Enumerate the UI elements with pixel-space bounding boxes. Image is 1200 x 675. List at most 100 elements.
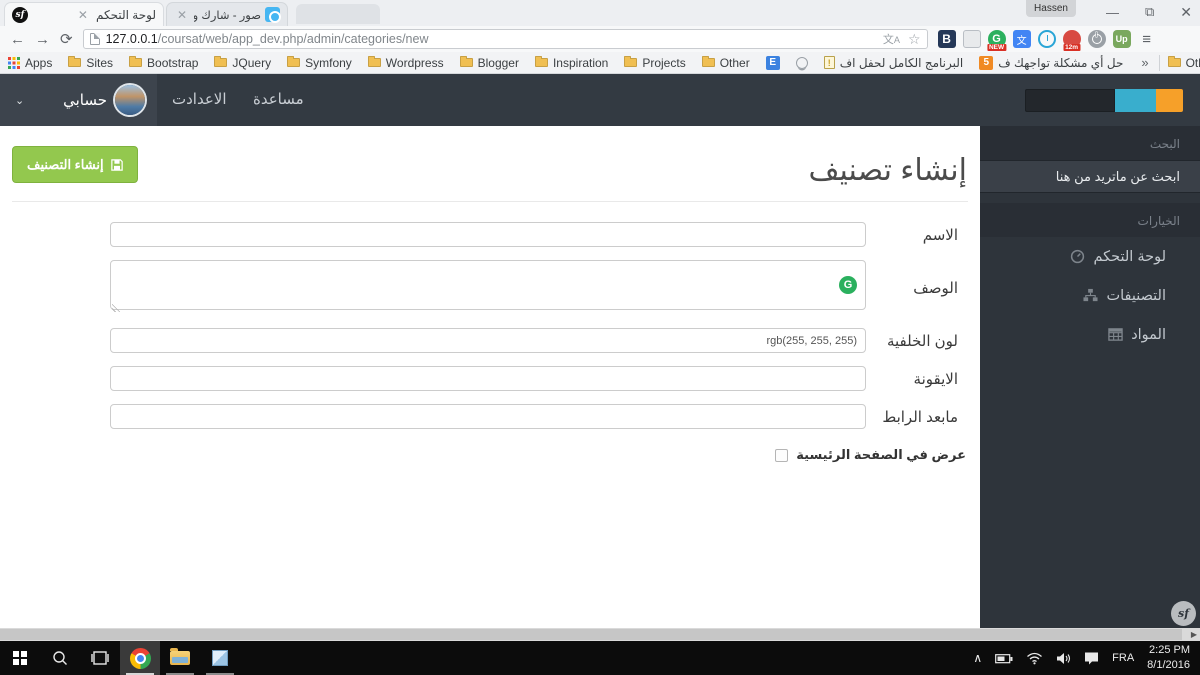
account-label: حسابي [63,91,107,109]
other-bookmarks-folder[interactable]: Other bookmarks [1160,56,1200,70]
bookmark-label: Other bookmarks [1186,56,1200,70]
background-color-input[interactable] [110,328,866,353]
bookmark-folder-inspiration[interactable]: Inspiration [527,56,616,70]
horizontal-scrollbar[interactable]: ▶ [0,628,1200,641]
sidebar-search-header: البحث [980,126,1200,160]
folder-icon [214,58,227,67]
taskbar-explorer-button[interactable] [160,641,200,675]
bookmark-e[interactable]: E [758,56,788,70]
bookmark-apps[interactable]: Apps [0,56,60,70]
create-category-button[interactable]: إنشاء التصنيف [12,146,138,183]
o-icon [796,57,808,69]
timer-badge: 12m [1063,44,1080,51]
photos-favicon-icon [265,7,280,22]
language-indicator[interactable]: FRA [1112,652,1134,664]
scrollbar-right-arrow-icon[interactable]: ▶ [1191,628,1197,641]
taskbar: ∧ FRA 2:25 PM 8/1/2016 [0,641,1200,675]
taskbar-cube-app-button[interactable] [200,641,240,675]
icon-label: الايقونة [878,370,958,388]
bookmark-label: Bootstrap [147,56,198,70]
bookmark-folder-sites[interactable]: Sites [60,56,121,70]
tab-close-icon[interactable]: ✕ [174,9,190,21]
nav-item-settings[interactable]: الاعدادت [172,74,227,126]
name-input[interactable] [110,222,866,247]
grammarly-extension-icon[interactable]: GNEW [988,30,1006,48]
sidebar-item-materials[interactable]: المواد [980,315,1200,354]
symfony-profiler-icon[interactable]: sf [1171,601,1196,626]
tab-dashboard[interactable]: sf ✕ لوحة التحكم [4,2,164,26]
bootstrap-extension-icon[interactable]: B [938,30,956,48]
bookmark-label: Other [720,56,750,70]
bookmark-star-icon[interactable]: ☆ [908,31,921,48]
sidebar-search-input[interactable] [980,160,1200,193]
power-extension-icon[interactable] [1088,30,1106,48]
taskbar-search-button[interactable] [40,641,80,675]
sidebar-item-label: المواد [1131,327,1166,343]
minimize-button[interactable]: — [1106,5,1119,20]
bookmarks-overflow-icon[interactable]: » [1131,55,1158,70]
reload-icon[interactable]: ⟳ [60,30,73,48]
bookmark-folder-symfony[interactable]: Symfony [279,56,360,70]
upwork-extension-icon[interactable]: Up [1113,30,1131,48]
navbar-teal-button[interactable] [1115,89,1156,112]
close-button[interactable]: ✕ [1180,4,1192,21]
clock[interactable]: 2:25 PM 8/1/2016 [1147,643,1190,673]
bookmark-folder-other[interactable]: Other [694,56,758,70]
restore-button[interactable]: ⧉ [1145,4,1154,20]
bookmark-o[interactable] [788,57,816,69]
bookmark-solve[interactable]: 5حل أي مشكلة تواجهك ف [971,56,1131,70]
new-tab-button[interactable] [296,4,380,24]
description-textarea[interactable] [110,260,866,310]
folder-icon [624,58,637,67]
bookmark-folder-bootstrap[interactable]: Bootstrap [121,56,206,70]
battery-icon[interactable] [995,653,1013,664]
bookmark-program[interactable]: !البرنامج الكامل لحفل اف [816,56,972,70]
sitemap-icon [1083,288,1098,303]
action-center-icon[interactable] [1084,651,1099,665]
link-suffix-input[interactable] [110,404,866,429]
bookmark-folder-wordpress[interactable]: Wordpress [360,56,452,70]
nav-item-help[interactable]: مساعدة [253,74,304,126]
tray-time: 2:25 PM [1149,644,1190,656]
scrollbar-thumb[interactable] [0,629,1182,640]
back-icon[interactable]: ← [10,31,25,48]
task-view-button[interactable] [80,641,120,675]
divider [12,201,968,202]
show-on-home-checkbox[interactable] [775,449,788,462]
browser-profile-chip[interactable]: Hassen [1026,0,1076,17]
translate-extension-icon[interactable]: 文 [1013,30,1031,48]
forward-icon[interactable]: → [35,31,50,48]
app-navbar: ⌄ حسابي الاعدادت مساعدة [0,74,1200,126]
wifi-icon[interactable] [1026,652,1043,665]
chrome-menu-icon[interactable]: ≡ [1138,30,1156,48]
start-button[interactable] [0,641,40,675]
sidebar-item-dashboard[interactable]: لوحة التحكم [980,237,1200,276]
tab-close-icon[interactable]: ✕ [75,9,91,21]
account-menu[interactable]: ⌄ حسابي [0,74,157,126]
icon-input[interactable] [110,366,866,391]
page-icon[interactable] [90,33,100,45]
timer-extension-icon[interactable]: 12m [1063,30,1081,48]
url-text[interactable]: 127.0.0.1/coursat/web/app_dev.php/admin/… [106,32,877,46]
tray-expand-icon[interactable]: ∧ [973,651,982,665]
taskbar-chrome-button[interactable] [120,641,160,675]
page-alert-icon: ! [824,56,835,69]
navbar-search-input[interactable] [1025,89,1115,112]
table-icon [1108,327,1123,342]
bookmark-folder-blogger[interactable]: Blogger [452,56,527,70]
grammarly-icon[interactable]: G [839,276,857,294]
cube-extension-icon[interactable] [963,30,981,48]
bookmark-folder-projects[interactable]: Projects [616,56,693,70]
tab-photos[interactable]: ✕ صور - شارك واستمتع بأجمل [166,2,288,26]
alarm-clock-extension-icon[interactable] [1038,30,1056,48]
cube-app-icon [212,650,228,666]
bookmark-folder-jquery[interactable]: JQuery [206,56,279,70]
five-icon: 5 [979,56,993,70]
volume-icon[interactable] [1056,652,1071,665]
address-bar[interactable]: 127.0.0.1/coursat/web/app_dev.php/admin/… [83,29,928,49]
bookmark-label: Blogger [478,56,519,70]
sidebar-item-categories[interactable]: التصنيفات [980,276,1200,315]
bookmark-label: Wordpress [386,56,444,70]
translate-page-icon[interactable]: 文A [883,31,900,47]
navbar-orange-button[interactable] [1156,89,1183,112]
